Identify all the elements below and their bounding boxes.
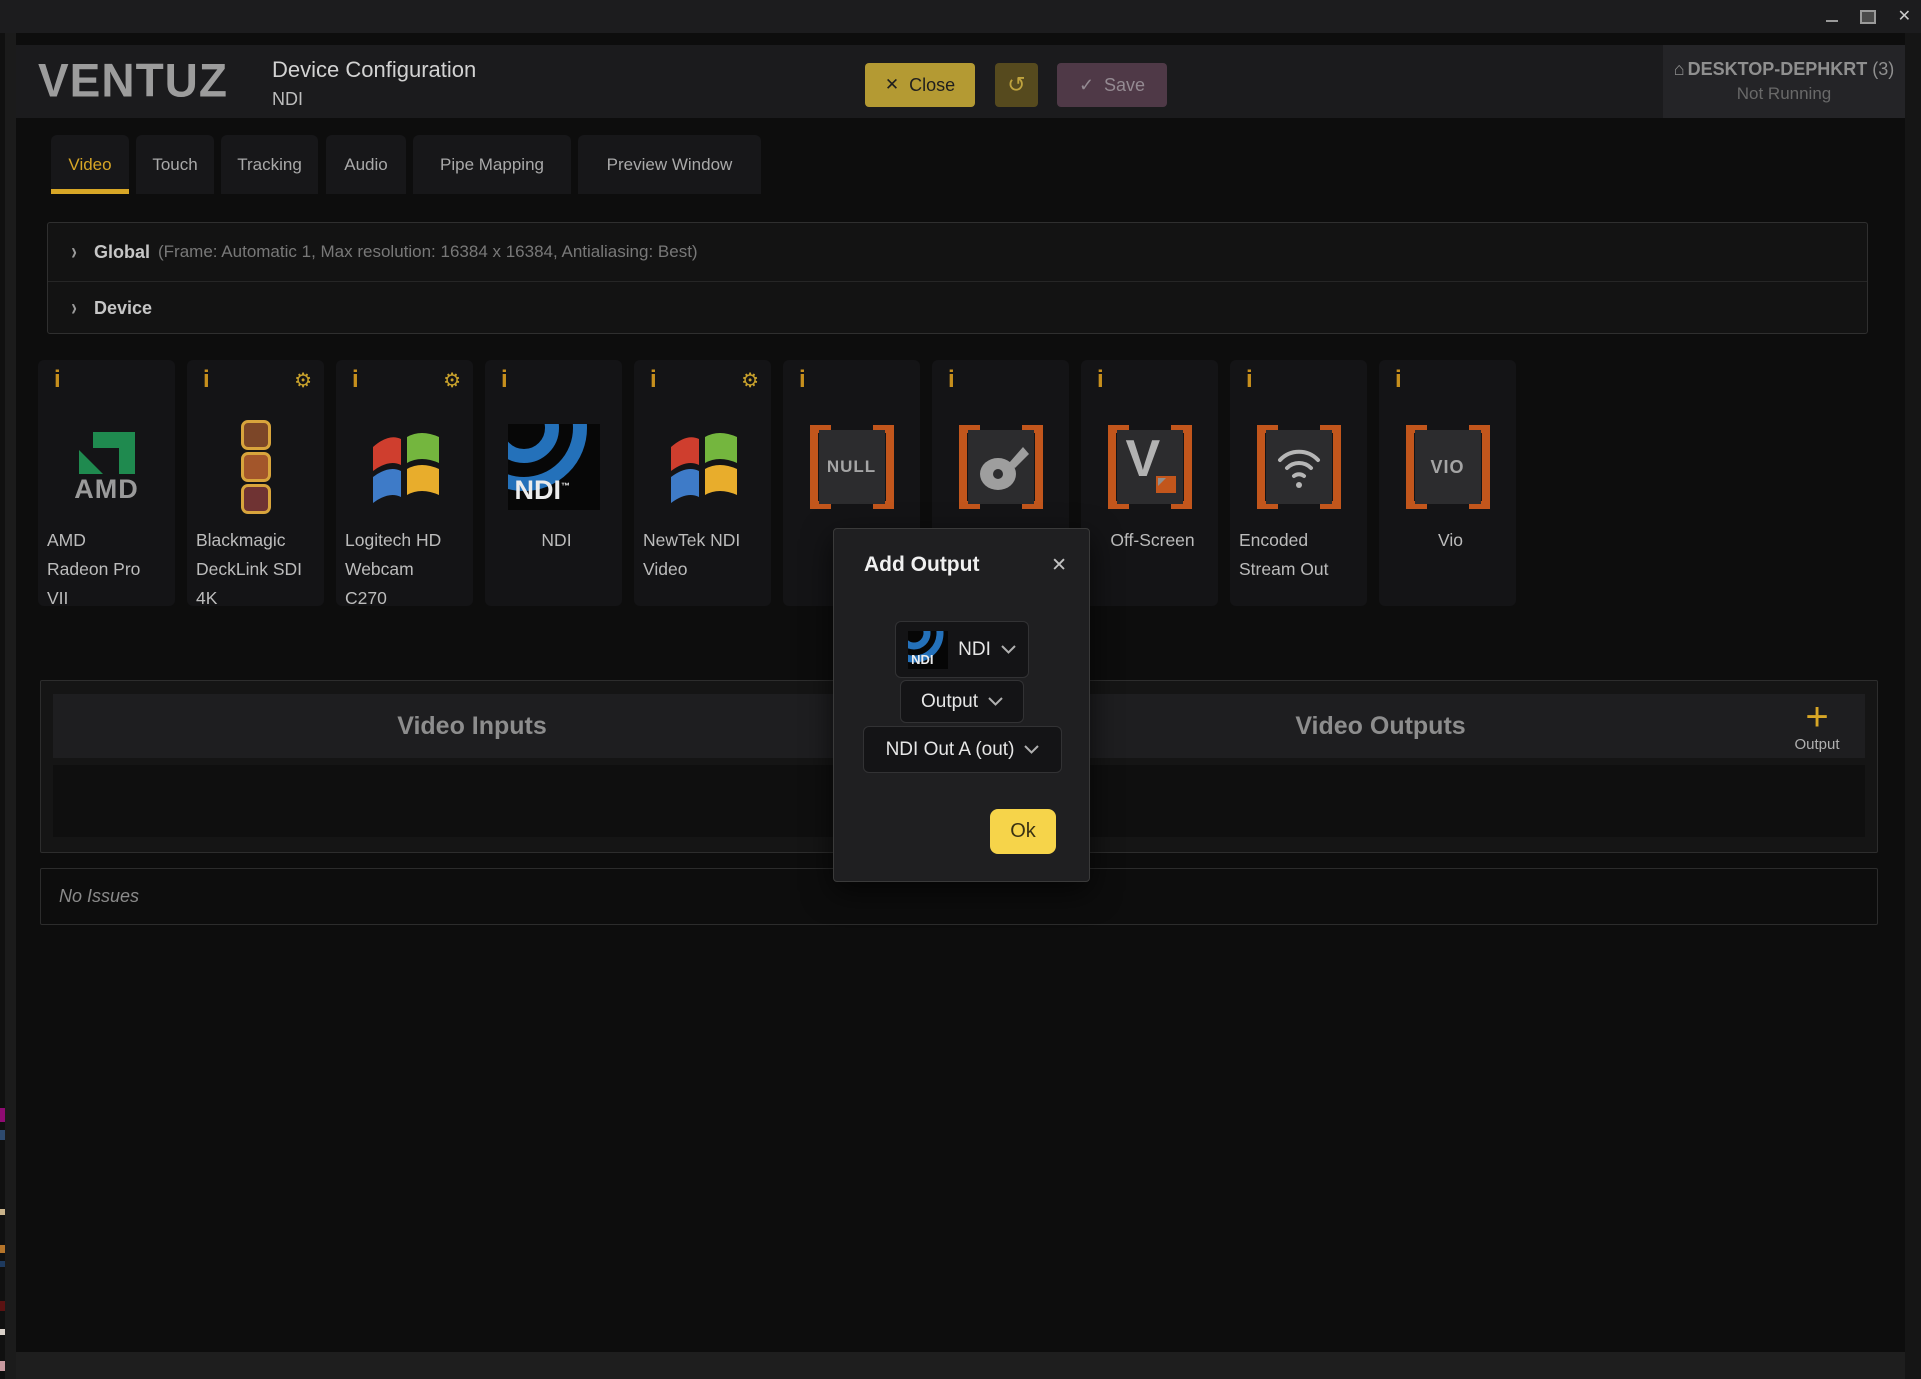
vio-icon: VIO [1379,422,1516,512]
device-select-dropdown[interactable]: NDI NDI [895,621,1029,678]
settings-summary-box: › Global (Frame: Automatic 1, Max resolu… [47,222,1868,334]
device-label: Vio [1388,526,1513,555]
info-icon[interactable]: i [501,366,508,394]
device-label: AMDRadeon ProVII [47,526,172,613]
device-section-row[interactable]: › Device [48,282,1867,334]
add-output-dialog: Add Output ✕ NDI NDI Output NDI Out A (o… [833,528,1090,882]
tab-tracking[interactable]: Tracking [221,135,318,194]
chevron-down-icon [1001,645,1016,654]
type-select-dropdown[interactable]: Output [900,680,1024,723]
dialog-close-icon[interactable]: ✕ [1051,554,1067,577]
check-icon: ✓ [1079,75,1094,96]
device-card[interactable]: i⚙BlackmagicDeckLink SDI4K [187,360,324,606]
device-card[interactable]: i EncodedStream Out [1230,360,1367,606]
page-subtitle: NDI [272,89,303,110]
window-frame-right [1905,33,1921,1379]
info-icon[interactable]: i [1395,366,1402,394]
info-icon[interactable]: i [948,366,955,394]
device-card[interactable]: i⚙Logitech HDWebcamC270 [336,360,473,606]
tab-preview-window[interactable]: Preview Window [578,135,761,194]
device-label: NewTek NDIVideo [643,526,768,584]
info-icon[interactable]: i [650,366,657,394]
device-label: BlackmagicDeckLink SDI4K [196,526,321,613]
chevron-down-icon [988,697,1003,706]
gear-icon[interactable]: ⚙ [741,368,759,393]
device-card[interactable]: i VIO Vio [1379,360,1516,606]
info-icon[interactable]: i [1246,366,1253,394]
gear-icon[interactable]: ⚙ [294,368,312,393]
info-icon[interactable]: i [54,366,61,394]
tab-touch[interactable]: Touch [136,135,214,194]
device-card[interactable]: iAMDAMDRadeon ProVII [38,360,175,606]
window-close-icon[interactable]: ✕ [1898,9,1911,25]
chevron-down-icon [1024,745,1039,754]
save-button[interactable]: ✓ Save [1057,63,1167,107]
ndi-mini-icon: NDI [908,631,948,669]
global-section-row[interactable]: › Global (Frame: Automatic 1, Max resolu… [48,223,1867,282]
wifi-icon [1230,422,1367,512]
dialog-title: Add Output [864,553,979,577]
video-inputs-title: Video Inputs [397,712,547,741]
info-icon[interactable]: i [799,366,806,394]
device-label: EncodedStream Out [1239,526,1364,584]
info-icon[interactable]: i [1097,366,1104,394]
device-label: Logitech HDWebcamC270 [345,526,470,613]
info-icon[interactable]: i [203,366,210,394]
ventuz-logo: VENTUZ [38,52,228,107]
refresh-icon: ↺ [1007,72,1025,98]
device-card[interactable]: iV Off-Screen [1081,360,1218,606]
issues-text: No Issues [59,886,139,907]
tab-audio[interactable]: Audio [326,135,406,194]
window-minimize-icon[interactable] [1826,20,1838,22]
type-select-value: Output [921,691,978,713]
ventuz-v-icon: V [1081,422,1218,512]
machine-name: DESKTOP-DEPHKRT [1688,59,1868,79]
close-x-icon: ✕ [885,75,899,95]
refresh-button[interactable]: ↺ [995,63,1038,107]
ventuz-device-configuration-window: ✕ VENTUZ Device Configuration NDI ✕ Clos… [0,0,1921,1379]
close-button[interactable]: ✕ Close [865,63,975,107]
gear-icon[interactable]: ⚙ [443,368,461,393]
blackmagic-icon [187,422,324,512]
device-label: NDI [494,526,619,555]
windows-icon [336,422,473,512]
amd-icon: AMD [38,422,175,512]
device-card[interactable]: i NDI™ NDI [485,360,622,606]
device-card[interactable]: i ⚙ NewTek NDIVideo [634,360,771,606]
channel-select-dropdown[interactable]: NDI Out A (out) [863,726,1062,773]
global-section-label: Global [94,242,150,263]
video-outputs-title: Video Outputs [1295,712,1465,741]
add-output-label: Output [1794,736,1839,753]
disc-icon [932,422,1069,512]
windows-icon [634,422,771,512]
machine-status: Not Running [1737,84,1832,104]
info-icon[interactable]: i [352,366,359,394]
window-footer [16,1352,1905,1379]
home-icon: ⌂ [1674,59,1685,79]
chevron-right-icon: › [71,298,77,318]
ndi-icon: NDI™ [485,422,622,512]
device-label: Off-Screen [1090,526,1215,555]
app-header: VENTUZ Device Configuration NDI ✕ Close … [16,45,1905,118]
plus-icon: + [1805,700,1828,734]
tab-video[interactable]: Video [51,135,129,194]
null-icon: NULL [783,422,920,512]
tab-pipe-mapping[interactable]: Pipe Mapping [413,135,571,194]
video-inputs-header: Video Inputs [53,694,891,758]
global-section-details: (Frame: Automatic 1, Max resolution: 163… [158,242,698,262]
device-section-label: Device [94,298,152,319]
window-titlebar: ✕ [0,0,1921,33]
chevron-right-icon: › [71,242,77,262]
machine-status-panel[interactable]: ⌂DESKTOP-DEPHKRT (3) Not Running [1663,45,1905,118]
background-window-sliver [0,33,5,1379]
ok-button[interactable]: Ok [990,809,1056,854]
machine-count: (3) [1872,59,1894,79]
window-maximize-icon[interactable] [1860,10,1876,24]
device-select-value: NDI [958,639,991,661]
channel-select-value: NDI Out A (out) [886,739,1015,761]
add-output-button[interactable]: + Output [1779,694,1855,758]
page-title: Device Configuration [272,57,476,83]
